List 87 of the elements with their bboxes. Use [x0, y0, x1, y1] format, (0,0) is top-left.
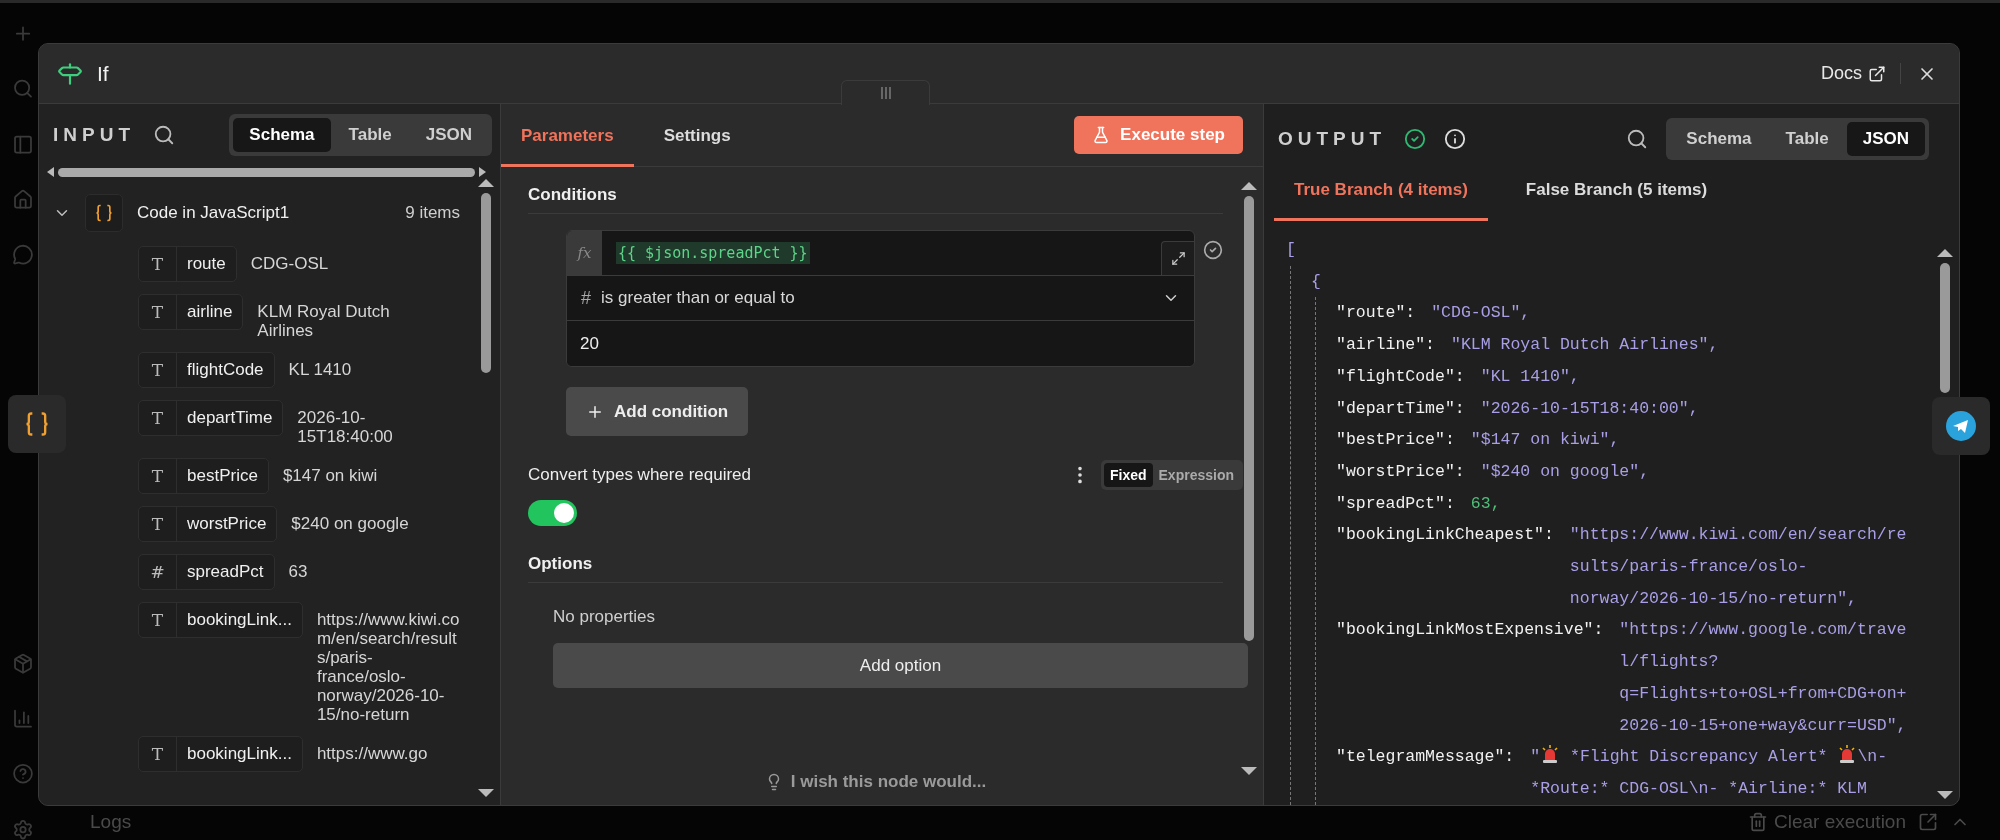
- json-value: 63,: [1470, 492, 1501, 515]
- field-value: 2026-10-15T18:40:00: [297, 407, 394, 446]
- json-bracket: {: [1311, 271, 1321, 291]
- section-title: Options: [528, 546, 1223, 583]
- json-key: "bestPrice":: [1336, 424, 1455, 456]
- field-pill[interactable]: T route: [138, 246, 237, 282]
- field-pill[interactable]: T bookingLink...: [138, 602, 303, 638]
- field-value: CDG-OSL: [250, 253, 329, 273]
- json-key: "departTime":: [1336, 392, 1465, 425]
- panel-tab[interactable]: Settings: [643, 126, 751, 167]
- json-key: "route":: [1336, 297, 1416, 330]
- success-icon: [1404, 128, 1427, 150]
- option-label: Convert types where required: [528, 465, 752, 485]
- field-pill[interactable]: T flightCode: [138, 352, 275, 388]
- view-tab[interactable]: Schema: [233, 118, 331, 152]
- add-condition-button[interactable]: Add condition: [566, 387, 749, 436]
- field-value: $147 on kiwi: [282, 465, 378, 485]
- field-pill[interactable]: T airline: [138, 294, 244, 330]
- json-value: "https://www.kiwi.com/en/search/results/paris-france/oslo-norway/2026-10-15/no-return",: [1569, 524, 1908, 610]
- json-value: "https://www.google.com/travel/flights?q=Flights+to+OSL+from+CDG+on+2026-10-15+one+way&curr=USD",: [1619, 619, 1908, 737]
- braces-icon: [85, 194, 123, 232]
- branch-tab[interactable]: True Branch (4 items): [1274, 180, 1488, 221]
- view-tab[interactable]: JSON: [409, 118, 488, 152]
- field-value: 63: [288, 561, 308, 581]
- window-title: If: [97, 61, 110, 86]
- view-tab[interactable]: Schema: [1670, 122, 1768, 156]
- flask-icon: [1092, 126, 1111, 144]
- search-icon[interactable]: [1626, 128, 1649, 150]
- info-icon[interactable]: [1444, 128, 1467, 150]
- feedback-link[interactable]: I wish this node would...: [758, 771, 993, 793]
- json-value: " *Flight Discrepancy Alert* \n- *Route:* CDG-OSL\n- *Airline:* KLM: [1530, 741, 1909, 805]
- expression-field[interactable]: fx {{ $json.spreadPct }}: [567, 231, 1194, 276]
- siren-icon: [1540, 744, 1561, 765]
- add-option-button[interactable]: Add option: [553, 643, 1248, 688]
- source-name: Code in JavaScript1: [137, 203, 291, 223]
- panel-title: OUTPUT: [1278, 128, 1387, 150]
- view-tab[interactable]: JSON: [1846, 122, 1925, 156]
- field-pill[interactable]: # spreadPct: [138, 554, 275, 590]
- json-key: "worstPrice":: [1336, 455, 1465, 488]
- json-bracket: [: [1286, 240, 1296, 259]
- json-key: "airline":: [1336, 329, 1436, 361]
- panel-tab[interactable]: Parameters: [501, 126, 634, 167]
- view-tab[interactable]: Table: [332, 118, 408, 152]
- docs-link[interactable]: Docs: [1821, 63, 1901, 84]
- field-pill[interactable]: T bookingLink...: [138, 736, 303, 772]
- field-value: KL 1410: [288, 359, 352, 379]
- field-pill[interactable]: T worstPrice: [138, 506, 278, 542]
- field-value: $240 on google: [291, 513, 409, 533]
- signpost-icon: [57, 60, 83, 87]
- json-key: "bookingLinkCheapest":: [1336, 519, 1554, 552]
- json-value: "2026-10-15T18:40:00",: [1480, 397, 1699, 420]
- check-circle-icon: [1203, 240, 1223, 260]
- item-count: 9 items: [405, 203, 460, 223]
- json-value: "$240 on google",: [1480, 460, 1650, 483]
- mode-toggle[interactable]: Fixed: [1103, 463, 1153, 487]
- field-value: https://www.go: [316, 743, 428, 763]
- external-link-icon: [1868, 64, 1886, 83]
- panel-title: INPUT: [53, 124, 135, 146]
- expand-icon: [1170, 251, 1186, 266]
- json-value: "$147 on kiwi",: [1470, 429, 1620, 452]
- expand-button[interactable]: [1161, 241, 1194, 275]
- field-value: KLM Royal Dutch Airlines: [257, 301, 391, 340]
- field-pill[interactable]: T departTime: [138, 400, 284, 436]
- branch-tab[interactable]: False Branch (5 items): [1505, 180, 1728, 221]
- trash-icon: [1747, 811, 1768, 832]
- mode-toggle[interactable]: Expression: [1152, 463, 1240, 487]
- field-value: https://www.kiwi.com/en/search/results/paris-france/oslo-norway/2026-10-15/no-return: [316, 609, 460, 724]
- json-value: "KLM Royal Dutch Airlines",: [1451, 334, 1719, 357]
- section-title: Conditions: [528, 167, 1223, 214]
- siren-icon: [1837, 744, 1858, 765]
- toggle-switch[interactable]: [528, 500, 577, 526]
- json-key: "spreadPct":: [1336, 487, 1455, 520]
- json-value: "CDG-OSL",: [1431, 302, 1531, 325]
- logs-label: Logs: [90, 810, 133, 833]
- telegram-button[interactable]: [1932, 397, 1990, 455]
- search-icon[interactable]: [153, 124, 175, 146]
- braces-button[interactable]: [8, 395, 66, 453]
- field-pill[interactable]: T bestPrice: [138, 458, 269, 494]
- empty-text: No properties: [553, 607, 657, 627]
- drag-handle[interactable]: [841, 80, 930, 105]
- json-key: "flightCode":: [1336, 360, 1465, 393]
- json-key: "telegramMessage":: [1336, 741, 1515, 773]
- json-key: "bookingLinkMostExpensive":: [1336, 614, 1604, 647]
- paper-plane-icon: [1946, 411, 1976, 441]
- horizontal-scrollbar[interactable]: [47, 166, 486, 178]
- json-value: "KL 1410",: [1480, 365, 1580, 388]
- view-tab[interactable]: Table: [1769, 122, 1845, 156]
